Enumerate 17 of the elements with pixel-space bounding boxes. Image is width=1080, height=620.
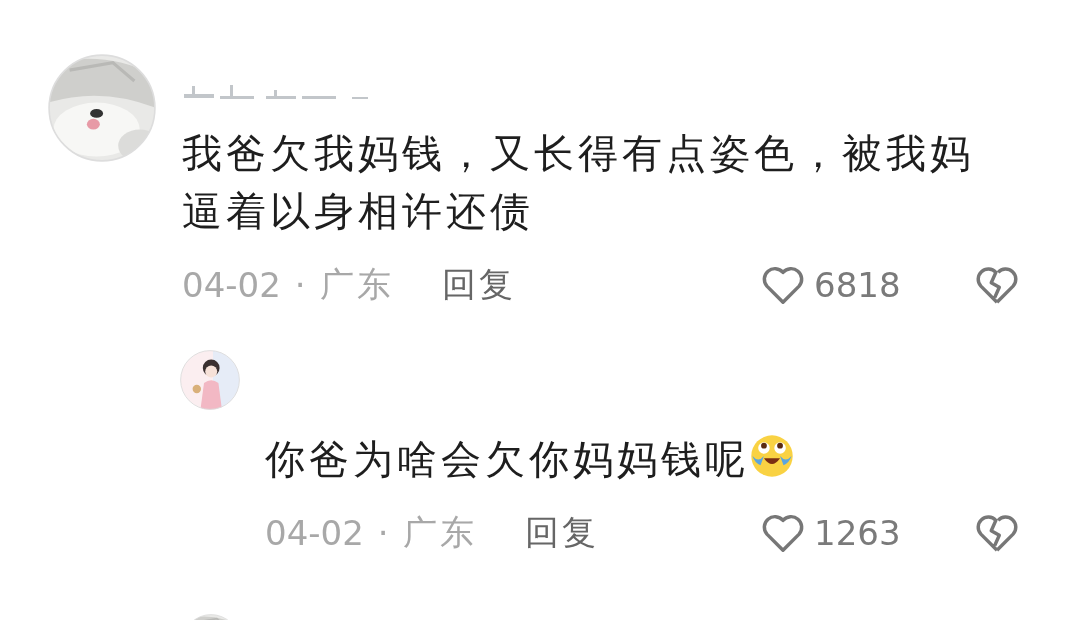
broken-heart-icon[interactable] — [974, 512, 1020, 554]
comment-text: 我爸欠我妈钱，又长得有点姿色，被我妈逼着以身相许还债 — [182, 129, 975, 236]
like-heart-icon[interactable] — [760, 512, 806, 554]
reply-button[interactable]: 回复 — [441, 262, 516, 308]
location-text: 广东 — [319, 263, 394, 306]
like-count: 1263 — [814, 513, 902, 553]
separator-dot: · — [377, 513, 389, 553]
comment-date: 04-02 — [265, 513, 364, 553]
comment-date: 04-02 — [182, 265, 281, 305]
broken-heart-icon[interactable] — [974, 264, 1020, 306]
location-text: 广东 — [402, 511, 477, 554]
comment-text: 你爸为啥会欠你妈妈钱呢 — [265, 430, 1020, 488]
like-count: 6818 — [814, 265, 902, 305]
like-heart-icon[interactable] — [760, 264, 806, 306]
separator-dot: · — [294, 265, 306, 305]
reply-button[interactable]: 回复 — [524, 510, 599, 556]
laughing-crying-emoji-icon — [749, 433, 795, 479]
